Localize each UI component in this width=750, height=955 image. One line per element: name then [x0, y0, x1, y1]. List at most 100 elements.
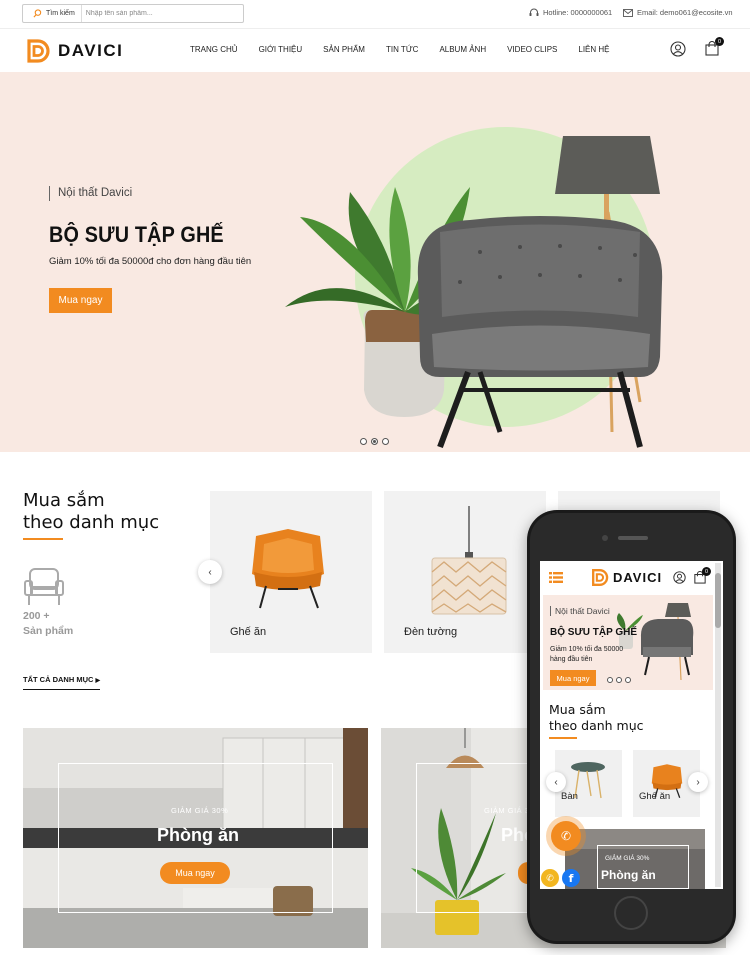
slider-dot[interactable] — [382, 438, 389, 445]
banner-sale-text: GIẢM GIÁ 30% — [171, 806, 229, 815]
slider-dot[interactable] — [360, 438, 367, 445]
search-input[interactable] — [81, 10, 232, 17]
mobile-hero-buy-button[interactable]: Mua ngay — [550, 670, 596, 686]
slider-dot[interactable] — [625, 677, 631, 683]
mobile-cart-button[interactable]: 0 — [694, 567, 711, 589]
banner-frame — [597, 845, 689, 889]
logo-mark-icon — [592, 569, 609, 586]
mobile-category-next-button[interactable]: › — [688, 772, 708, 792]
mobile-category-label: Ghế ăn — [639, 791, 671, 802]
cart-button[interactable]: 0 — [705, 37, 724, 61]
mobile-category-underline — [549, 737, 577, 739]
hero-slider-dots — [360, 438, 389, 445]
mobile-header: DAVICI 0 — [540, 561, 723, 594]
facebook-icon: f — [568, 871, 574, 885]
all-categories-label: TẤT CẢ DANH MỤC — [23, 675, 94, 684]
slider-dot[interactable] — [616, 677, 622, 683]
chevron-right-icon: › — [696, 776, 700, 788]
user-icon[interactable] — [673, 571, 686, 584]
nav-about[interactable]: GIỚI THIỆU — [259, 45, 303, 54]
category-card-label: Ghế ăn — [230, 626, 267, 638]
category-card-label: Đèn tường — [404, 626, 458, 638]
mobile-scroll-thumb[interactable] — [715, 573, 721, 628]
top-bar: Tìm kiếm Hotline: 0000000061 Email: demo… — [0, 0, 750, 28]
armchair-icon — [417, 216, 663, 449]
facebook-button[interactable]: f — [562, 869, 580, 887]
hero-title: BỘ SƯU TẬP GHẾ — [49, 222, 224, 247]
hotline-text: Hotline: 0000000061 — [543, 8, 613, 17]
mobile-hero-subtitle: Nội thất Davici — [550, 606, 610, 616]
category-product-count: 200 + Sản phẩm — [23, 609, 73, 639]
email[interactable]: Email: demo061@ecosite.vn — [623, 8, 733, 17]
nav-products[interactable]: SẢN PHẨM — [323, 45, 365, 54]
pendant-lamp-icon — [431, 506, 507, 615]
banner-buy-button[interactable]: Mua ngay — [160, 862, 230, 884]
menu-icon[interactable] — [549, 572, 563, 583]
search-box: Tìm kiếm — [22, 4, 244, 23]
count-label: Sản phẩm — [23, 625, 74, 637]
category-heading-line2: theo danh mục — [23, 512, 160, 533]
logo[interactable]: DAVICI — [26, 38, 123, 64]
mobile-banner-sale: GIẢM GIÁ 30% — [605, 855, 650, 862]
category-heading-line1: Mua sắm — [23, 490, 105, 511]
mobile-category-line1: Mua sắm — [549, 702, 606, 717]
phone-icon: ✆ — [546, 872, 554, 883]
mobile-cart-count: 0 — [702, 567, 711, 576]
mobile-hero-desc-line2: hàng đầu tiên — [550, 656, 593, 663]
phone-camera — [602, 535, 608, 541]
caret-right-icon: ▶ — [95, 678, 101, 684]
phone-speaker — [618, 536, 648, 540]
category-card[interactable]: Đèn tường — [384, 491, 546, 653]
main-header: DAVICI TRANG CHỦ GIỚI THIỆU SẢN PHẨM TIN… — [0, 28, 750, 72]
chevron-left-icon: ‹ — [554, 776, 558, 788]
mobile-slider-dots — [607, 677, 631, 683]
email-text: Email: demo061@ecosite.vn — [637, 8, 733, 17]
mobile-category-heading: Mua sắm theo danh mục — [549, 702, 644, 734]
hero-description: Giảm 10% tối đa 50000đ cho đơn hàng đầu … — [49, 256, 252, 267]
main-nav: TRANG CHỦ GIỚI THIỆU SẢN PHẨM TIN TỨC AL… — [190, 45, 631, 54]
promo-banner-dining[interactable]: GIẢM GIÁ 30% Phòng ăn Mua ngay — [23, 728, 368, 948]
mobile-logo[interactable]: DAVICI — [591, 568, 662, 587]
sofa-icon — [24, 568, 64, 605]
user-icon[interactable] — [670, 41, 686, 57]
phone-home-button[interactable] — [614, 896, 648, 930]
banner-title: Phòng ăn — [157, 825, 239, 845]
slider-dot-active[interactable] — [607, 677, 613, 683]
chevron-left-icon: ‹ — [208, 566, 212, 578]
nav-album[interactable]: ALBUM ẢNH — [439, 45, 486, 54]
category-prev-button[interactable]: ‹ — [198, 560, 222, 584]
mobile-category-prev-button[interactable]: ‹ — [546, 772, 566, 792]
mobile-banner-title: Phòng ăn — [601, 868, 656, 882]
phone-icon: ✆ — [560, 829, 572, 843]
category-card[interactable]: Ghế ăn — [210, 491, 372, 653]
mobile-category-line2: theo danh mục — [549, 718, 644, 733]
search-button[interactable]: Tìm kiếm — [23, 5, 82, 22]
mobile-logo-text: DAVICI — [613, 570, 663, 585]
hero-buy-button[interactable]: Mua ngay — [49, 288, 112, 313]
category-heading-underline — [23, 538, 63, 540]
search-button-label: Tìm kiếm — [46, 10, 75, 17]
nav-videos[interactable]: VIDEO CLIPS — [507, 45, 557, 54]
mobile-promo-banner[interactable]: GIẢM GIÁ 30% Phòng ăn — [565, 829, 705, 889]
mobile-hero: Nội thất Davici BỘ SƯU TẬP GHẾ Giảm 10% … — [543, 595, 713, 690]
mobile-hero-title: BỘ SƯU TẬP GHẾ — [550, 627, 638, 638]
logo-mark-icon — [27, 39, 50, 63]
mail-icon — [623, 8, 633, 17]
mobile-screen: DAVICI 0 Nội thất Davici BỘ SƯU TẬP GHẾ … — [540, 561, 723, 889]
mobile-hero-desc-line1: Giảm 10% tối đa 50000 — [550, 646, 624, 653]
slider-dot-active[interactable] — [371, 438, 378, 445]
all-categories-link[interactable]: TẤT CẢ DANH MỤC ▶ — [23, 675, 101, 690]
hero-subtitle: Nội thất Davici — [49, 186, 132, 201]
call-fab[interactable]: ✆ — [551, 821, 581, 851]
count-number: 200 + — [23, 610, 50, 622]
cart-count: 0 — [715, 37, 724, 46]
call-small-button[interactable]: ✆ — [541, 869, 559, 887]
nav-contact[interactable]: LIÊN HỆ — [578, 45, 609, 54]
nav-home[interactable]: TRANG CHỦ — [190, 45, 238, 54]
logo-text: DAVICI — [58, 41, 124, 60]
mobile-scrollbar[interactable] — [715, 563, 721, 887]
nav-news[interactable]: TIN TỨC — [386, 45, 418, 54]
armchair-icon — [252, 529, 324, 609]
hotline[interactable]: Hotline: 0000000061 — [529, 8, 612, 17]
category-heading: Mua sắm theo danh mục — [23, 490, 159, 534]
